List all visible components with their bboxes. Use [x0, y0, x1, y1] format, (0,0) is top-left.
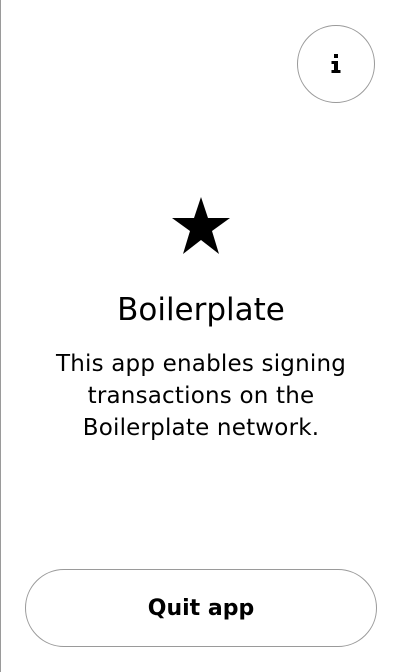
- quit-app-button[interactable]: Quit app: [25, 569, 377, 647]
- star-icon: [171, 196, 231, 256]
- app-title: Boilerplate: [117, 292, 285, 328]
- info-icon: [330, 53, 342, 75]
- info-button[interactable]: [297, 25, 375, 103]
- app-description: This app enables signing transactions on…: [55, 351, 347, 441]
- quit-app-label: Quit app: [147, 595, 255, 621]
- device-screen: Boilerplate This app enables signing tra…: [0, 0, 400, 672]
